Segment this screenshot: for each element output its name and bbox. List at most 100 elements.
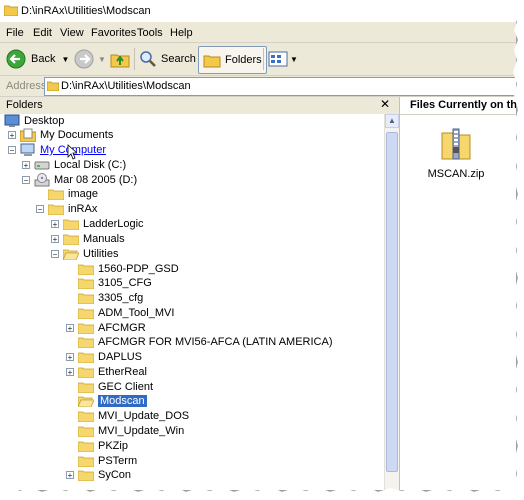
address-bar: Address D:\inRAx\Utilities\Modscan (0, 76, 516, 97)
menu-tools[interactable]: Tools (137, 27, 163, 39)
tree-item-local-disk[interactable]: + Local Disk (C:) (22, 158, 126, 172)
window-title: D:\inRAx\Utilities\Modscan (21, 5, 151, 17)
tree-item-afcmgr-latin-america[interactable]: AFCMGR FOR MVI56-AFCA (LATIN AMERICA) (78, 335, 333, 349)
expand-icon[interactable]: + (66, 368, 74, 377)
tree-item-desktop[interactable]: Desktop (4, 114, 64, 128)
desktop-icon (4, 114, 20, 127)
menu-view[interactable]: View (60, 27, 84, 39)
folder-icon (78, 264, 94, 275)
tree-item-daplus[interactable]: + DAPLUS (66, 350, 142, 364)
close-icon[interactable]: ✕ (380, 97, 390, 111)
up-folder-icon (110, 54, 130, 68)
cursor-icon (67, 144, 77, 160)
cd-drive-icon (34, 173, 50, 187)
views-button[interactable]: ▼ (268, 46, 298, 72)
tree-item-mvi-update-dos[interactable]: MVI_Update_DOS (78, 409, 189, 423)
folder-icon (78, 382, 94, 393)
tree-item-cd-drive[interactable]: − Mar 08 2005 (D:) (22, 173, 137, 187)
menu-help[interactable]: Help (170, 27, 193, 39)
tree-item-image[interactable]: image (48, 187, 98, 201)
file-name: MSCAN.zip (427, 168, 485, 180)
folder-icon (78, 441, 94, 452)
tree-item-pkzip[interactable]: PKZip (78, 439, 128, 453)
expand-icon[interactable]: + (51, 235, 59, 244)
file-list-pane: Files Currently on th MSCAN.zip (399, 97, 516, 490)
tree-item-utilities[interactable]: − Utilities (51, 247, 118, 261)
back-dropdown-icon[interactable]: ▼ (61, 55, 69, 64)
search-icon (140, 51, 156, 67)
folder-icon (47, 81, 59, 91)
folder-icon (78, 470, 94, 481)
menu-file[interactable]: File (6, 27, 24, 39)
folder-icon (78, 278, 94, 289)
tree-item-my-documents[interactable]: + My Documents (8, 128, 113, 142)
expand-icon[interactable]: + (8, 131, 16, 140)
tree-item-3105-cfg[interactable]: 3105_CFG (78, 276, 152, 290)
expand-icon[interactable]: + (22, 161, 30, 170)
forward-dropdown-icon[interactable]: ▼ (98, 55, 106, 64)
folder-icon (78, 337, 94, 348)
forward-arrow-icon (74, 49, 94, 69)
tree-item-my-computer[interactable]: − My Computer (8, 143, 106, 157)
tree-item-psterm[interactable]: PSTerm (78, 454, 137, 468)
expand-icon[interactable]: + (66, 324, 74, 333)
torn-edge-bottom (0, 486, 524, 500)
tree-item-modscan[interactable]: Modscan (78, 394, 147, 408)
collapse-icon[interactable]: − (51, 250, 59, 259)
tree-item-sycon[interactable]: + SyCon (66, 468, 131, 482)
menu-edit[interactable]: Edit (33, 27, 52, 39)
up-folder-button[interactable] (110, 46, 130, 72)
my-computer-icon (20, 143, 35, 156)
tree-item-gec-client[interactable]: GEC Client (78, 380, 153, 394)
zip-archive-icon (441, 128, 471, 160)
forward-button[interactable]: ▼ (74, 46, 106, 72)
folder-icon (78, 293, 94, 304)
folders-pane-title: Folders (6, 99, 43, 111)
tree-scrollbar[interactable]: ▲ (384, 114, 399, 490)
torn-edge-right (512, 0, 524, 500)
search-button[interactable]: Search (139, 46, 196, 72)
file-item[interactable]: MSCAN.zip (426, 125, 486, 180)
address-value: D:\inRAx\Utilities\Modscan (61, 80, 191, 92)
folder-open-icon (78, 396, 94, 407)
my-documents-icon (20, 128, 36, 142)
tree-item-ladderlogic[interactable]: + LadderLogic (51, 217, 144, 231)
tree-item-mvi-update-win[interactable]: MVI_Update_Win (78, 424, 184, 438)
views-dropdown-icon[interactable]: ▼ (290, 55, 298, 64)
address-input[interactable]: D:\inRAx\Utilities\Modscan (44, 77, 516, 96)
hard-disk-icon (34, 161, 50, 170)
tree-item-etherreal[interactable]: + EtherReal (66, 365, 147, 379)
tree-item-afcmgr[interactable]: + AFCMGR (66, 321, 146, 335)
folder-icon (78, 323, 94, 334)
folder-icon (78, 367, 94, 378)
tree-item-inrax[interactable]: − inRAx (36, 202, 97, 216)
back-arrow-icon (6, 49, 26, 69)
collapse-icon[interactable]: − (36, 205, 44, 214)
expand-icon[interactable]: + (51, 220, 59, 229)
title-bar[interactable]: D:\inRAx\Utilities\Modscan (0, 0, 516, 22)
folder-icon (78, 352, 94, 363)
folder-icon (48, 204, 64, 215)
scroll-thumb[interactable] (386, 132, 398, 472)
tree-item-1560-pdp-gsd[interactable]: 1560-PDP_GSD (78, 262, 179, 276)
folder-tree: Desktop + My Documents − My Computer + L… (0, 114, 384, 490)
tree-item-manuals[interactable]: + Manuals (51, 232, 125, 246)
menu-bar: File Edit View Favorites Tools Help (0, 24, 516, 43)
folders-button[interactable]: Folders (198, 46, 267, 74)
menu-favorites[interactable]: Favorites (91, 27, 136, 39)
folders-icon (203, 55, 221, 68)
expand-icon[interactable]: + (66, 471, 74, 480)
folder-icon (78, 426, 94, 437)
expand-icon[interactable]: + (66, 353, 74, 362)
folder-icon (63, 219, 79, 230)
tree-item-adm-tool-mvi[interactable]: ADM_Tool_MVI (78, 306, 174, 320)
file-list-header: Files Currently on th (410, 99, 516, 111)
scroll-up-icon[interactable]: ▲ (385, 114, 399, 128)
folder-icon (78, 456, 94, 467)
back-button[interactable]: Back ▼ (6, 46, 69, 72)
tree-item-3305-cfg[interactable]: 3305_cfg (78, 291, 143, 305)
folder-icon (78, 411, 94, 422)
collapse-icon[interactable]: − (22, 176, 30, 185)
explorer-window: D:\inRAx\Utilities\Modscan File Edit Vie… (0, 0, 516, 490)
collapse-icon[interactable]: − (8, 146, 16, 155)
